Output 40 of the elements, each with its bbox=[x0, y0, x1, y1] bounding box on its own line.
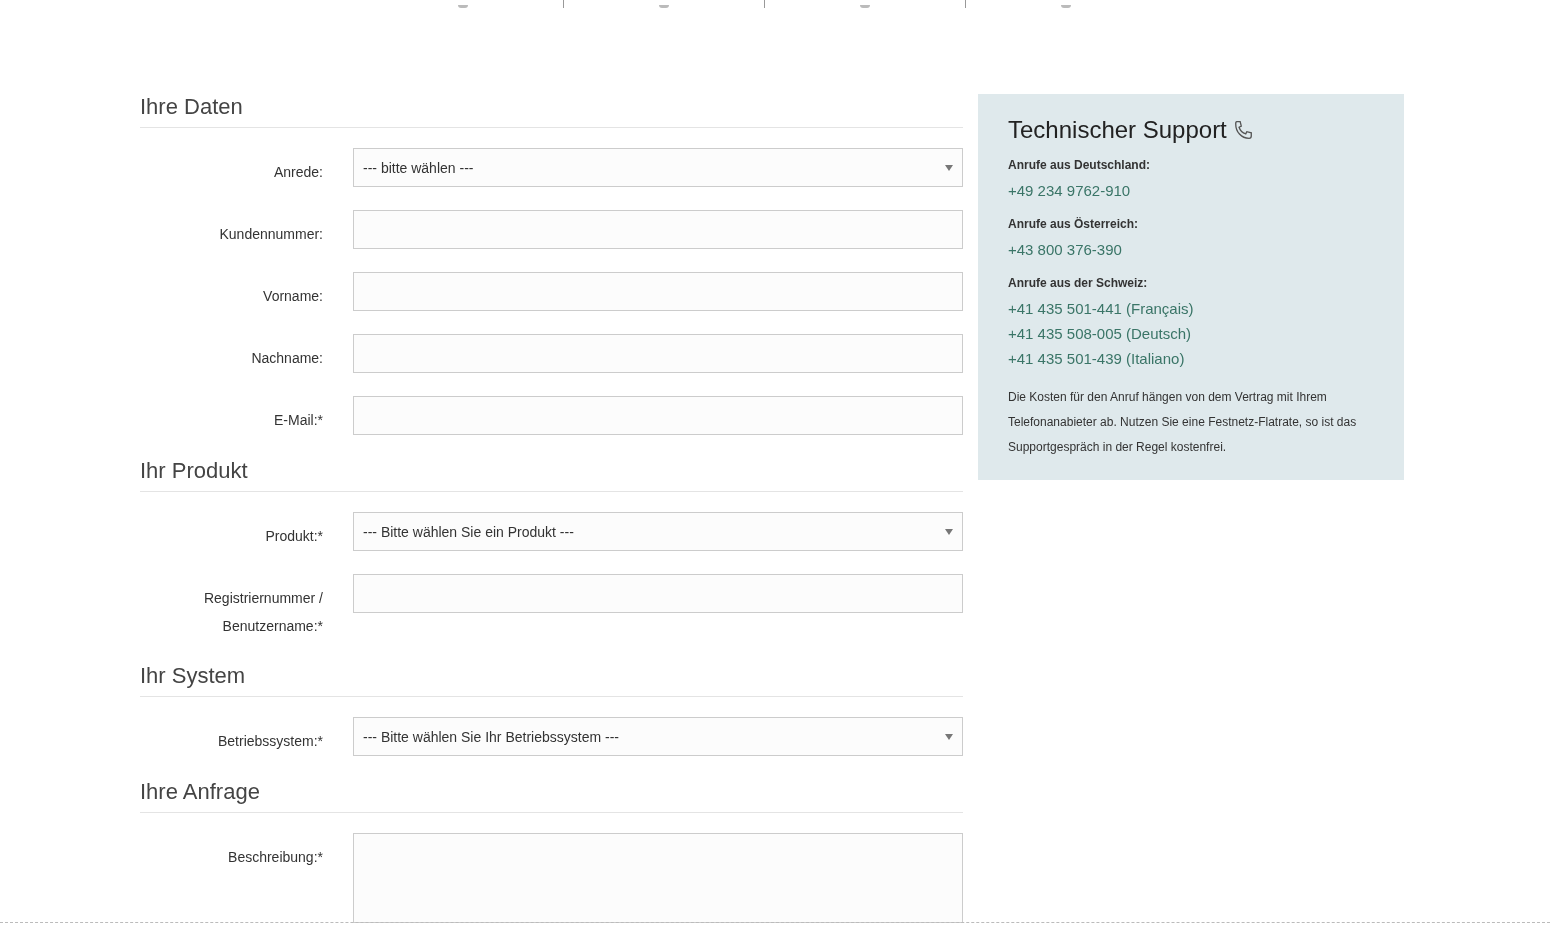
input-field[interactable] bbox=[353, 574, 963, 613]
caret-icon bbox=[945, 733, 953, 740]
cost-note: Die Kosten für den Anruf hängen von dem Vertrag mit Ihrem Telefonanabieter ab. Nutzen Sie eine Festnetz-Flatrate, so ist das Supportgespräch in der Regel kostenfrei. bbox=[1008, 389, 1358, 456]
select-field[interactable]: --- Bitte wählen Sie ein Produkt --- bbox=[353, 512, 963, 551]
step-icon[interactable] bbox=[1061, 5, 1071, 8]
field-label: Anrede: bbox=[272, 163, 323, 182]
input-field[interactable] bbox=[353, 334, 963, 373]
caret-icon bbox=[945, 164, 953, 171]
section-heading: Ihr Produkt bbox=[140, 458, 963, 492]
caret-icon bbox=[945, 528, 953, 535]
field-label: Beschreibung:* bbox=[227, 848, 323, 867]
step-icon[interactable] bbox=[659, 5, 669, 8]
field-label: Kundennummer: bbox=[218, 225, 323, 244]
group-heading: Anrufe aus Deutschland: bbox=[1008, 158, 1152, 172]
field-label: Registriernummer / Benutzername:* bbox=[202, 589, 323, 636]
phone-link[interactable]: +41 435 501-439 (Italiano) bbox=[1008, 346, 1374, 371]
phone-link[interactable]: +41 435 501-441 (Français) bbox=[1008, 296, 1374, 321]
step-icon[interactable] bbox=[458, 5, 468, 8]
panel-title: Technischer Support bbox=[1008, 116, 1227, 144]
field-label: Betriebssystem:* bbox=[216, 732, 323, 751]
field-label: Vorname: bbox=[262, 287, 323, 306]
section-heading: Ihr System bbox=[140, 663, 963, 697]
phone-link[interactable]: +49 234 9762-910 bbox=[1008, 178, 1374, 203]
group-heading: Anrufe aus der Schweiz: bbox=[1008, 276, 1149, 290]
field-label: Produkt:* bbox=[264, 527, 323, 546]
phone-link[interactable]: +41 435 508-005 (Deutsch) bbox=[1008, 321, 1374, 346]
text-area[interactable] bbox=[353, 833, 963, 923]
input-field[interactable] bbox=[353, 272, 963, 311]
field-label: Nachname: bbox=[250, 349, 323, 368]
input-field[interactable] bbox=[353, 396, 963, 435]
group-heading: Anrufe aus Österreich: bbox=[1008, 217, 1140, 231]
select-field[interactable]: --- bitte wählen --- bbox=[353, 148, 963, 187]
section-heading: Ihre Anfrage bbox=[140, 779, 963, 813]
phone-link[interactable]: +43 800 376-390 bbox=[1008, 237, 1374, 262]
input-field[interactable] bbox=[353, 210, 963, 249]
select-field[interactable]: --- Bitte wählen Sie Ihr Betriebssystem --- bbox=[353, 717, 963, 756]
section-heading: Ihre Daten bbox=[140, 94, 963, 128]
step-icon[interactable] bbox=[860, 5, 870, 8]
field-label: E-Mail:* bbox=[273, 411, 323, 430]
phone-icon bbox=[1234, 121, 1252, 139]
